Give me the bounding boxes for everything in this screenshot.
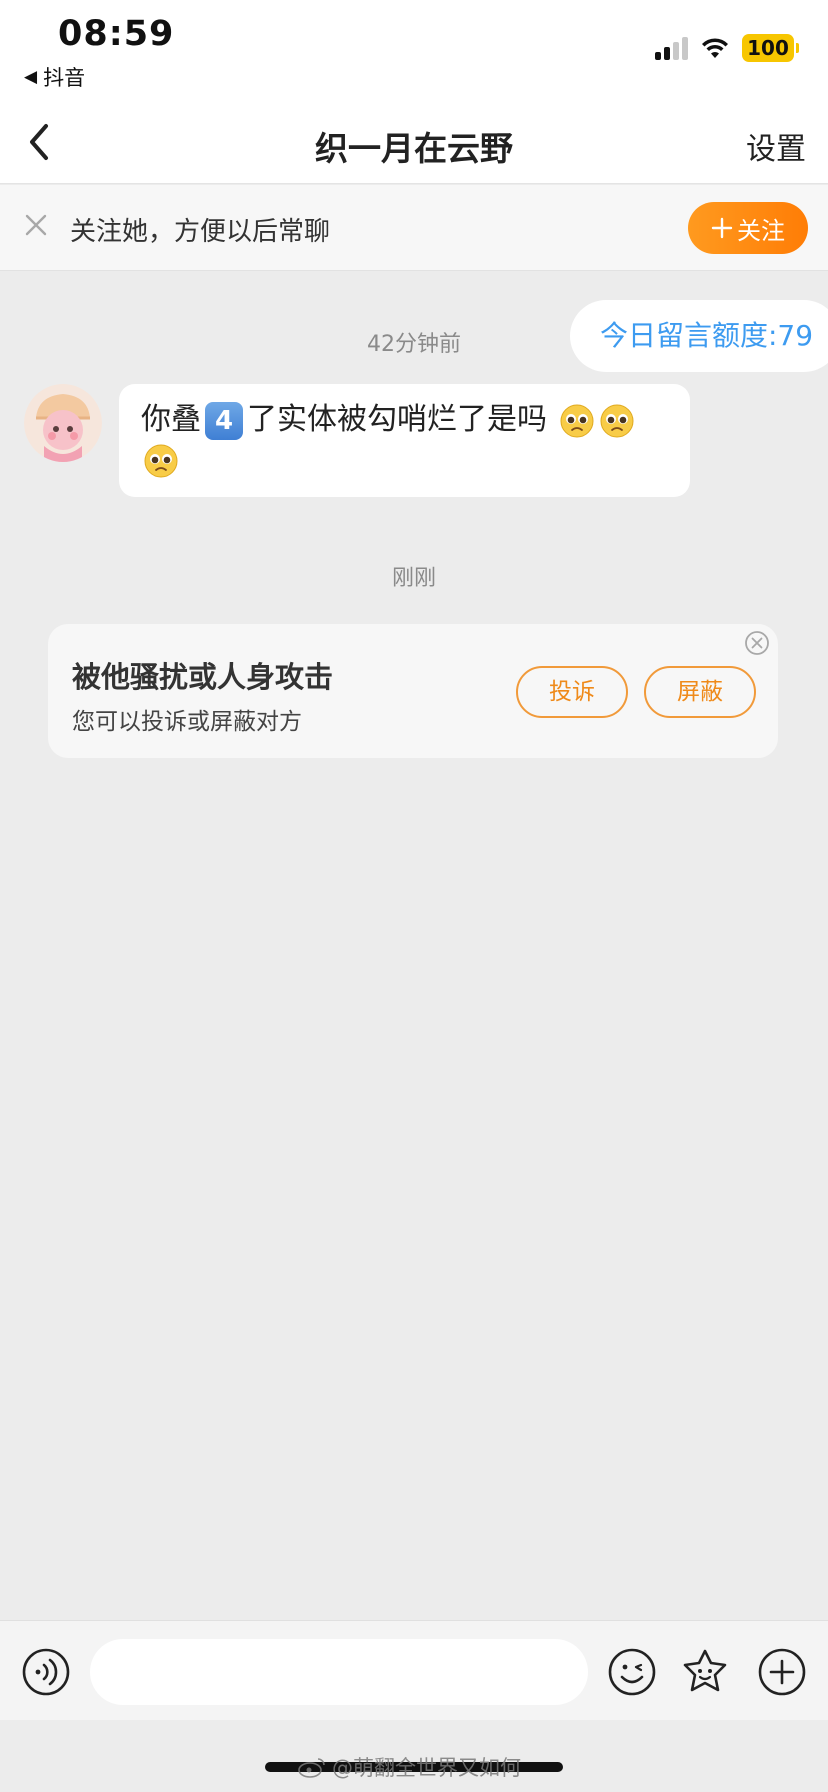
plus-icon — [711, 217, 733, 239]
pleading-face-emoji-icon — [144, 444, 178, 477]
incoming-message-bubble[interactable]: 你叠 4 了实体被勾哨烂了是吗 — [119, 384, 690, 497]
watermark-text: @萌翻全世界又如何 — [332, 1756, 521, 1780]
battery-icon: 100 — [742, 34, 799, 62]
follow-prompt-text: 关注她，方便以后常聊 — [70, 217, 331, 247]
back-triangle-icon: ◀ — [24, 67, 38, 87]
follow-prompt-bar: 关注她，方便以后常聊 关注 — [0, 185, 828, 271]
status-icons: 100 — [655, 34, 799, 62]
contact-avatar[interactable] — [24, 384, 102, 462]
status-bar: 08:59 ◀ 抖音 100 — [0, 0, 828, 100]
message-text-continued: 了实体被勾哨烂了是吗 — [247, 402, 547, 437]
harassment-card-title: 被他骚扰或人身攻击 — [72, 660, 334, 694]
close-icon[interactable] — [20, 209, 52, 241]
follow-button-label: 关注 — [737, 216, 785, 245]
back-to-app-link[interactable]: ◀ 抖音 — [24, 62, 85, 92]
close-icon[interactable] — [744, 630, 770, 656]
weibo-logo-icon — [298, 1758, 325, 1778]
harassment-report-card: 被他骚扰或人身攻击 您可以投诉或屏蔽对方 投诉 屏蔽 — [48, 624, 778, 758]
watermark: @萌翻全世界又如何 — [298, 1752, 521, 1782]
follow-button[interactable]: 关注 — [688, 202, 808, 254]
voice-input-icon[interactable] — [21, 1647, 71, 1697]
message-timestamp: 刚刚 — [391, 566, 436, 591]
harassment-card-subtitle: 您可以投诉或屏蔽对方 — [72, 709, 302, 735]
message-input[interactable] — [90, 1639, 588, 1705]
more-options-plus-icon[interactable] — [757, 1647, 807, 1697]
page-title: 织一月在云野 — [315, 129, 513, 168]
pleading-face-emoji-icon — [600, 404, 634, 437]
report-button[interactable]: 投诉 — [516, 666, 628, 718]
settings-button[interactable]: 设置 — [746, 124, 806, 168]
emoji-smile-icon[interactable] — [607, 1647, 657, 1697]
cellular-signal-icon — [655, 36, 688, 60]
back-app-label: 抖音 — [43, 66, 86, 90]
nav-bar: 织一月在云野 设置 — [0, 100, 828, 184]
wifi-icon — [702, 38, 728, 58]
block-button[interactable]: 屏蔽 — [644, 666, 756, 718]
message-input-bar — [0, 1620, 828, 1720]
message-text: 你叠 — [141, 402, 201, 437]
pleading-face-emoji-icon — [560, 404, 594, 437]
status-time: 08:59 — [58, 14, 175, 54]
sticker-icon[interactable] — [680, 1647, 730, 1697]
keycap-number-emoji: 4 — [205, 401, 243, 440]
message-timestamp: 42分钟前 — [367, 332, 461, 357]
